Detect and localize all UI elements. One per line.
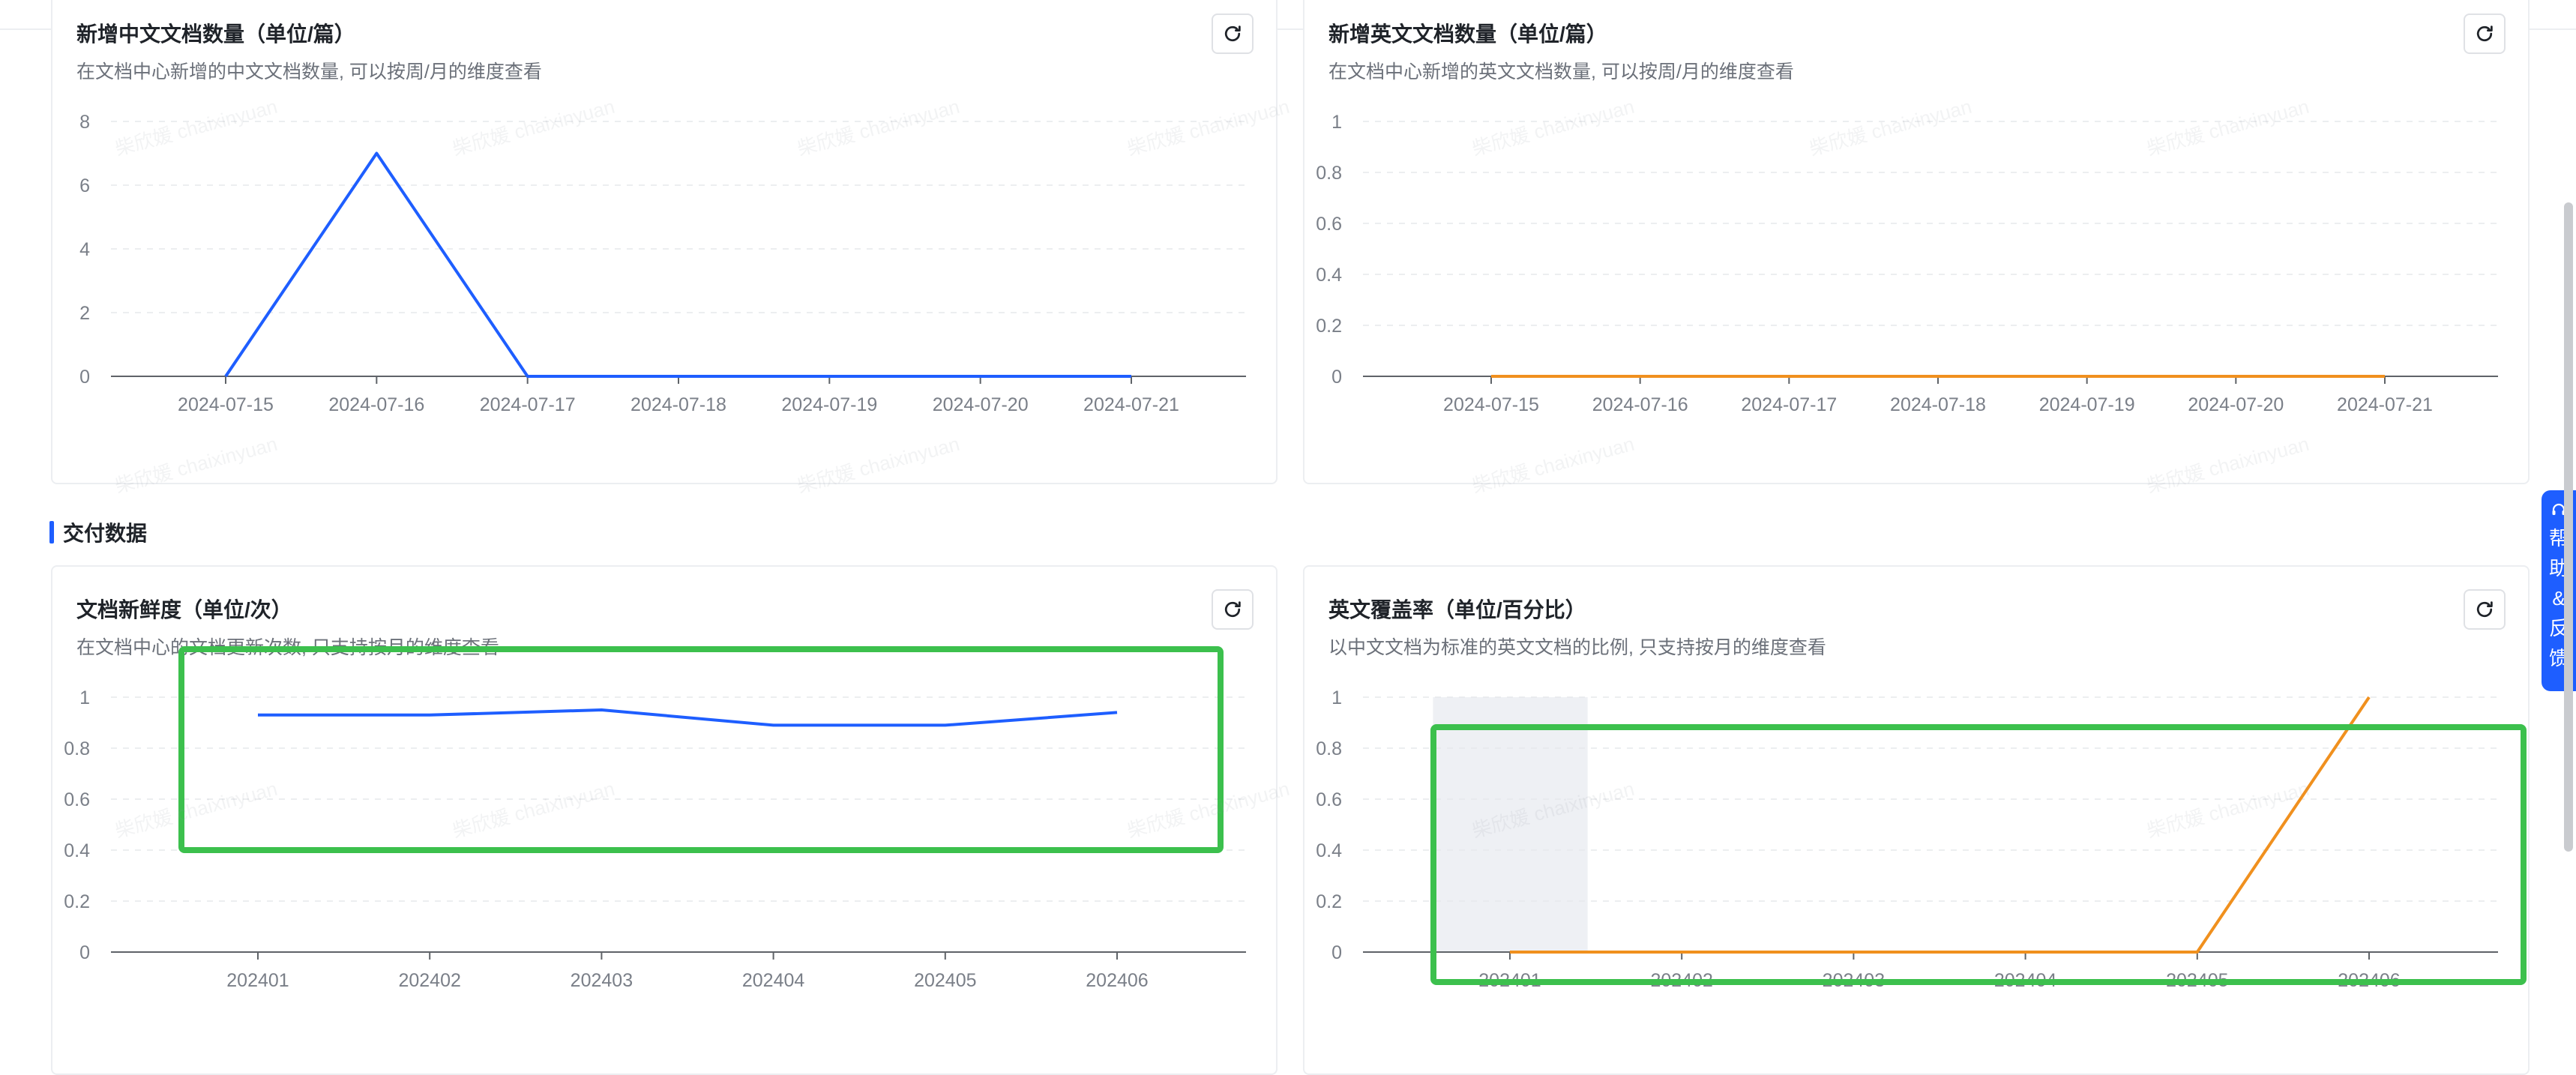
y-tick-label: 0.2 <box>1316 891 1342 912</box>
y-tick-label: 2 <box>79 303 90 324</box>
x-tick-label: 202402 <box>398 970 460 991</box>
x-tick-label: 202406 <box>1086 970 1148 991</box>
y-tick-label: 1 <box>79 687 90 708</box>
refresh-icon <box>2473 22 2496 45</box>
section-accent-bar <box>49 521 54 543</box>
x-tick-label: 202404 <box>1994 970 2057 991</box>
x-tick-label: 2024-07-15 <box>1443 394 1539 415</box>
x-tick-label: 2024-07-19 <box>781 394 877 415</box>
section-title: 交付数据 <box>63 517 147 547</box>
y-tick-label: 0 <box>1331 942 1342 963</box>
x-tick-label: 202405 <box>2166 970 2228 991</box>
card-title: 新增中文文档数量（单位/篇） <box>76 18 355 48</box>
y-tick-label: 1 <box>1331 112 1342 133</box>
y-tick-label: 0.6 <box>64 789 90 810</box>
refresh-button[interactable] <box>1212 589 1254 630</box>
refresh-icon <box>1221 598 1244 621</box>
y-tick-label: 0.4 <box>64 840 90 861</box>
refresh-button[interactable] <box>1212 13 1254 54</box>
card-description: 在文档中心新增的中文文档数量, 可以按周/月的维度查看 <box>76 57 542 84</box>
y-tick-label: 8 <box>79 112 90 133</box>
x-tick-label: 2024-07-17 <box>1741 394 1837 415</box>
x-tick-label: 2024-07-20 <box>2188 394 2284 415</box>
y-tick-label: 0 <box>79 367 90 388</box>
refresh-icon <box>2473 598 2496 621</box>
x-tick-label: 202404 <box>742 970 805 991</box>
y-tick-label: 0.6 <box>1316 214 1342 235</box>
y-tick-label: 1 <box>1331 687 1342 708</box>
en-coverage-chart: 0 0.2 0.4 0.6 0.8 1 202401 202402 202403 202404 20… <box>1303 679 2530 1009</box>
refresh-icon <box>1221 22 1244 45</box>
y-tick-label: 0.2 <box>64 891 90 912</box>
x-tick-label: 2024-07-18 <box>631 394 726 415</box>
x-tick-label: 2024-07-20 <box>933 394 1029 415</box>
x-tick-label: 2024-07-16 <box>328 394 424 415</box>
page-scrollbar[interactable] <box>2564 202 2573 852</box>
card-title: 新增英文文档数量（单位/篇） <box>1328 18 1607 48</box>
delivery-section-header: 交付数据 <box>49 517 147 547</box>
card-title: 文档新鲜度（单位/次） <box>76 594 292 624</box>
x-tick-label: 202401 <box>1478 970 1541 991</box>
y-tick-label: 0 <box>79 942 90 963</box>
freshness-chart: 0 0.2 0.4 0.6 0.8 1 202401 202402 202403 202404 20… <box>51 679 1278 1009</box>
x-tick-label: 202401 <box>226 970 289 991</box>
x-tick-label: 202405 <box>914 970 976 991</box>
card-description: 在文档中心新增的英文文档数量, 可以按周/月的维度查看 <box>1328 57 1794 84</box>
series-line <box>1510 697 2369 952</box>
card-description: 在文档中心的文档更新次数, 只支持按月的维度查看 <box>76 633 499 660</box>
refresh-button[interactable] <box>2464 13 2506 54</box>
y-tick-label: 0.4 <box>1316 265 1342 286</box>
refresh-button[interactable] <box>2464 589 2506 630</box>
y-tick-label: 0 <box>1331 367 1342 388</box>
x-tick-label: 202403 <box>571 970 633 991</box>
x-tick-label: 2024-07-21 <box>1083 394 1179 415</box>
hover-band <box>1433 697 1587 952</box>
y-tick-label: 0.2 <box>1316 316 1342 337</box>
x-tick-label: 202402 <box>1650 970 1712 991</box>
y-tick-label: 0.4 <box>1316 840 1342 861</box>
x-tick-label: 2024-07-17 <box>480 394 576 415</box>
y-tick-label: 0.6 <box>1316 789 1342 810</box>
series-line <box>258 710 1117 725</box>
x-tick-label: 2024-07-18 <box>1890 394 1986 415</box>
x-tick-label: 202406 <box>2338 970 2400 991</box>
x-tick-label: 2024-07-16 <box>1592 394 1688 415</box>
card-description: 以中文文档为标准的英文文档的比例, 只支持按月的维度查看 <box>1328 633 1826 660</box>
y-tick-label: 0.8 <box>64 738 90 759</box>
y-tick-label: 0.8 <box>1316 163 1342 184</box>
x-tick-label: 2024-07-19 <box>2039 394 2135 415</box>
cn-docs-chart: 0 2 4 6 8 2024-07-15 2024-07-16 2024-07-17 2024-… <box>51 105 1278 435</box>
x-tick-label: 202403 <box>1823 970 1885 991</box>
card-title: 英文覆盖率（单位/百分比） <box>1328 594 1586 624</box>
en-docs-chart: 0 0.2 0.4 0.6 0.8 1 2024-07-15 2024-07-16 2024-0… <box>1303 105 2530 435</box>
x-tick-label: 2024-07-15 <box>178 394 274 415</box>
y-tick-label: 6 <box>79 175 90 196</box>
x-tick-label: 2024-07-21 <box>2337 394 2433 415</box>
y-tick-label: 0.8 <box>1316 738 1342 759</box>
y-tick-label: 4 <box>79 239 90 260</box>
series-line <box>226 154 1131 377</box>
